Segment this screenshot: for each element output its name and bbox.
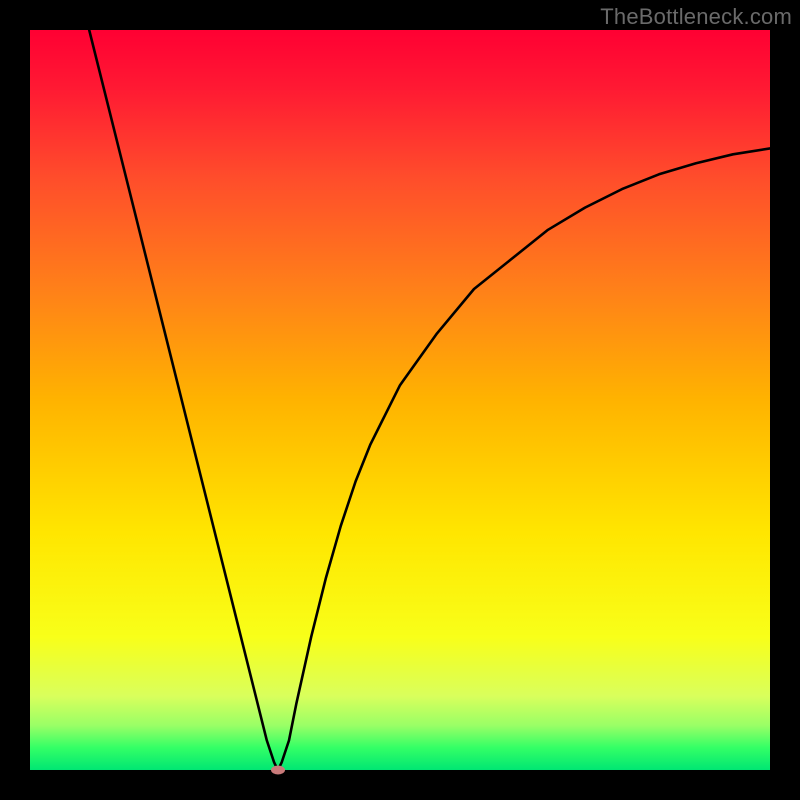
watermark-text: TheBottleneck.com: [600, 4, 792, 30]
optimum-marker: [271, 766, 285, 775]
bottleneck-curve: [30, 30, 770, 770]
plot-area: [30, 30, 770, 770]
chart-container: TheBottleneck.com: [0, 0, 800, 800]
